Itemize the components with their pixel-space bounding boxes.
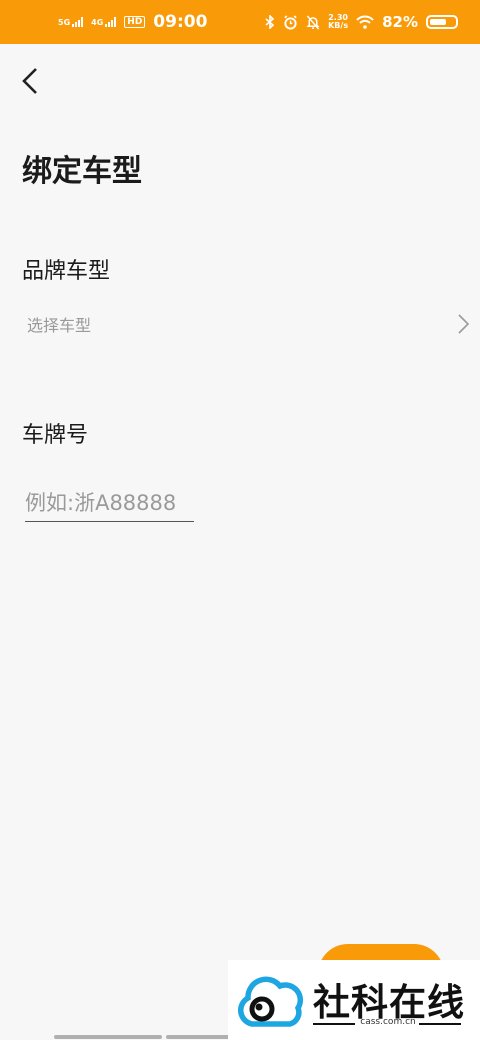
network-speed-unit: KB/s [328, 21, 349, 30]
network-speed: 2.30 KB/s [328, 14, 348, 30]
brand-model-label: 品牌车型 [22, 259, 111, 284]
license-plate-input[interactable] [25, 484, 194, 522]
bluetooth-icon [265, 15, 275, 29]
battery-icon [426, 15, 458, 29]
network-label-5g: 5G [58, 18, 71, 27]
license-plate-label: 车牌号 [22, 423, 89, 448]
navigation-bar-indicator [54, 1035, 162, 1039]
battery-percent: 82% [382, 13, 418, 31]
clock: 09:00 [153, 12, 208, 32]
select-car-model-placeholder: 选择车型 [27, 316, 92, 335]
watermark: 社科在线 cass.com.cn [228, 960, 480, 1040]
wifi-icon [356, 15, 374, 29]
watermark-domain: cass.com.cn [360, 1017, 416, 1027]
cloud-logo-icon [238, 976, 304, 1027]
alarm-icon [284, 14, 297, 30]
chevron-left-icon [22, 68, 37, 94]
page-title: 绑定车型 [22, 154, 142, 189]
network-label-4g: 4G [91, 18, 104, 27]
back-button[interactable] [14, 64, 46, 98]
select-car-model-row[interactable]: 选择车型 [22, 306, 470, 342]
chevron-right-icon [458, 314, 470, 334]
status-bar: 5G 4G HD 09:00 2.30 KB/s 82% [0, 0, 480, 44]
signal-5g-icon: 5G [58, 17, 84, 27]
navigation-bar-indicator [166, 1035, 236, 1039]
mute-bell-icon [306, 14, 320, 30]
signal-4g-icon: 4G [91, 17, 117, 27]
hd-voice-icon: HD [124, 16, 146, 28]
